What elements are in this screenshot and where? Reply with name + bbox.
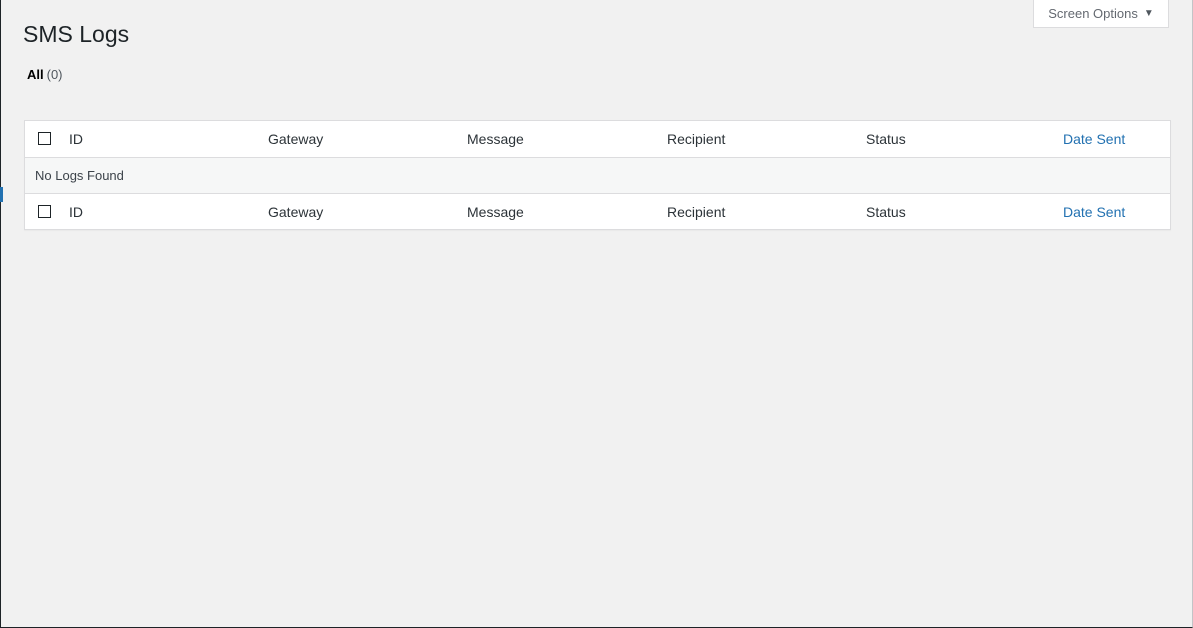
filter-all-count: (0)	[46, 67, 63, 82]
column-footer-status: Status	[866, 203, 906, 220]
table-header-row: ID Gateway Message Recipient Status Date…	[25, 121, 1170, 158]
column-footer-message: Message	[467, 203, 524, 220]
no-logs-message: No Logs Found	[35, 168, 124, 183]
table-footer-row: ID Gateway Message Recipient Status Date…	[25, 193, 1170, 229]
screen-options-label: Screen Options	[1048, 6, 1138, 21]
column-header-status: Status	[866, 131, 906, 147]
select-all-checkbox-footer[interactable]	[38, 204, 51, 218]
page-title: SMS Logs	[23, 21, 130, 47]
column-header-message: Message	[467, 131, 524, 147]
column-header-id: ID	[69, 131, 83, 147]
filter-all-link[interactable]: All	[27, 67, 44, 82]
no-items-row: No Logs Found	[25, 158, 1170, 193]
select-all-checkbox[interactable]	[38, 132, 51, 145]
column-footer-date-sent-sort-link[interactable]: Date Sent	[1063, 204, 1125, 220]
column-header-date-sent-sort-link[interactable]: Date Sent	[1063, 131, 1125, 147]
sms-logs-table: ID Gateway Message Recipient Status Date…	[24, 120, 1171, 230]
column-header-recipient: Recipient	[667, 131, 726, 147]
status-filter-links: All (0)	[27, 66, 63, 84]
column-footer-gateway: Gateway	[268, 203, 324, 220]
column-footer-id: ID	[69, 203, 83, 220]
column-header-gateway: Gateway	[268, 131, 324, 147]
screen-options-button[interactable]: Screen Options ▼	[1033, 0, 1169, 28]
caret-down-icon: ▼	[1143, 8, 1154, 19]
admin-menu-edge	[0, 187, 3, 202]
column-footer-recipient: Recipient	[667, 203, 726, 220]
